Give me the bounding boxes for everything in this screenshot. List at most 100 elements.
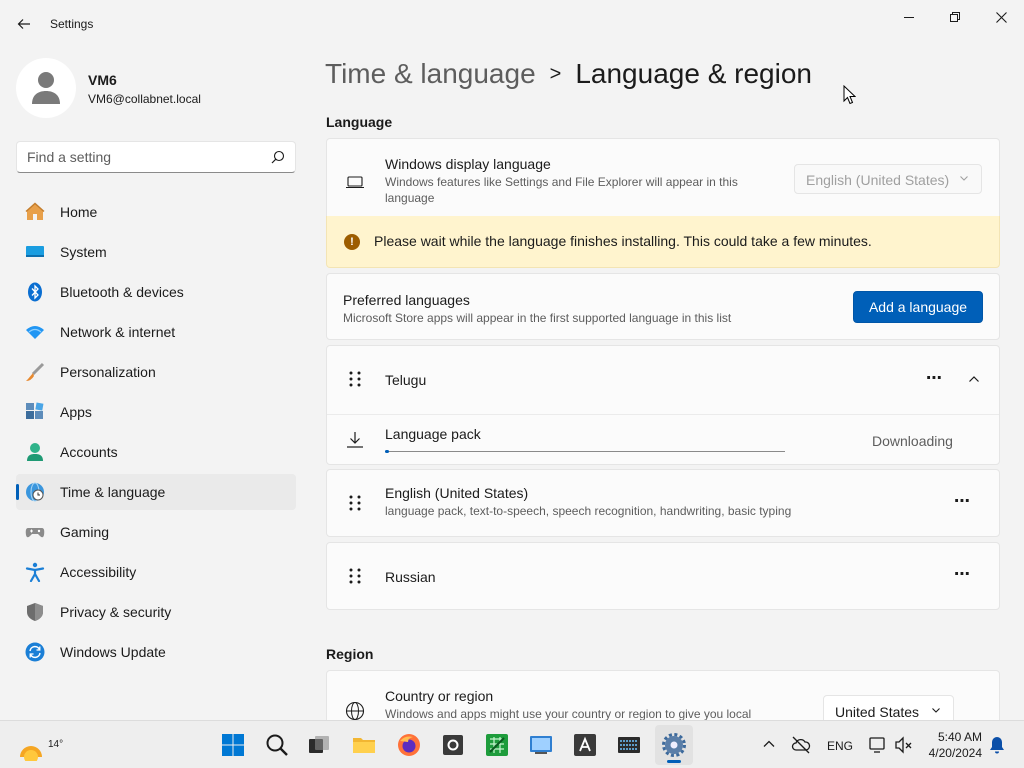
user-profile[interactable]: VM6 VM6@collabnet.local xyxy=(16,58,296,118)
sidebar-item-label: System xyxy=(60,244,107,260)
close-icon xyxy=(995,11,1007,23)
keyboard-app-icon[interactable] xyxy=(617,733,641,757)
warning-icon: ! xyxy=(344,234,360,250)
network-icon[interactable] xyxy=(868,735,888,755)
search-icon[interactable] xyxy=(265,733,289,757)
chevron-up-icon[interactable] xyxy=(762,737,776,751)
chevron-up-icon[interactable] xyxy=(968,373,980,385)
system-icon xyxy=(26,246,44,257)
sidebar-item-gaming[interactable]: Gaming xyxy=(16,514,296,550)
settings-taskbar-button[interactable] xyxy=(655,725,693,765)
sidebar-item-privacy[interactable]: Privacy & security xyxy=(16,594,296,630)
shield-icon xyxy=(27,603,43,621)
sidebar-item-label: Apps xyxy=(60,404,92,420)
app-title: Settings xyxy=(50,17,94,31)
clock[interactable]: 5:40 AM 4/20/2024 xyxy=(922,729,982,761)
display-language-dropdown[interactable]: English (United States) xyxy=(794,164,982,194)
avatar xyxy=(16,58,76,118)
add-language-button[interactable]: Add a language xyxy=(853,291,983,323)
more-options-button[interactable]: ⋯ xyxy=(926,368,943,388)
language-pack-title: Language pack xyxy=(385,426,481,442)
sidebar-item-home[interactable]: Home xyxy=(16,194,296,230)
minimize-button[interactable] xyxy=(893,6,925,28)
breadcrumb-parent[interactable]: Time & language xyxy=(325,58,536,89)
input-language-indicator[interactable]: ENG xyxy=(827,739,853,753)
remote-desktop-icon[interactable] xyxy=(529,733,553,757)
weather-sun-icon xyxy=(20,746,42,761)
brush-icon xyxy=(26,362,45,381)
country-region-value: United States xyxy=(835,704,920,720)
sidebar-item-label: Personalization xyxy=(60,364,156,380)
page-title: Language & region xyxy=(575,58,812,89)
firefox-icon[interactable] xyxy=(397,733,421,757)
language-name: Telugu xyxy=(385,372,427,388)
breadcrumb-separator: > xyxy=(549,63,562,85)
sidebar-item-system[interactable]: System xyxy=(16,234,296,270)
accounts-icon xyxy=(27,443,43,461)
section-title-language: Language xyxy=(326,114,393,130)
more-options-button[interactable]: ⋯ xyxy=(954,564,971,584)
preferred-languages-description: Microsoft Store apps will appear in the … xyxy=(343,311,732,325)
sidebar-item-windows-update[interactable]: Windows Update xyxy=(16,634,296,670)
warning-text: Please wait while the language finishes … xyxy=(374,233,872,249)
globe-icon xyxy=(345,701,365,721)
globe-clock-icon xyxy=(26,482,44,502)
settings-gear-icon xyxy=(662,733,686,757)
display-language-title: Windows display language xyxy=(385,156,551,172)
restore-icon xyxy=(950,12,960,22)
file-explorer-icon[interactable] xyxy=(352,733,376,757)
section-title-region: Region xyxy=(326,646,374,662)
download-status: Downloading xyxy=(872,433,953,449)
sidebar-item-label: Home xyxy=(60,204,98,220)
task-view-icon[interactable] xyxy=(307,733,331,757)
sidebar-item-personalization[interactable]: Personalization xyxy=(16,354,296,390)
sidebar-item-accounts[interactable]: Accounts xyxy=(16,434,296,470)
country-region-title: Country or region xyxy=(385,688,494,704)
sidebar-item-label: Accounts xyxy=(60,444,118,460)
weather-temperature: 14° xyxy=(48,739,64,750)
sidebar-item-apps[interactable]: Apps xyxy=(16,394,296,430)
gamepad-icon xyxy=(25,528,45,538)
spreadsheet-icon[interactable] xyxy=(485,733,509,757)
sidebar-item-label: Gaming xyxy=(60,524,110,540)
search-input[interactable] xyxy=(27,149,257,165)
language-features: language pack, text-to-speech, speech re… xyxy=(385,504,792,518)
taskbar: 14° ENG 5:40 AM 4/20/2024 xyxy=(0,720,1024,768)
clock-date: 4/20/2024 xyxy=(928,746,982,760)
divider xyxy=(327,414,999,415)
display-language-description: Windows features like Settings and File … xyxy=(385,175,738,205)
wifi-icon xyxy=(26,326,44,339)
sidebar-item-label: Bluetooth & devices xyxy=(60,284,184,300)
active-app-indicator xyxy=(667,760,681,763)
font-app-icon[interactable] xyxy=(573,733,597,757)
notification-bell-icon[interactable] xyxy=(988,736,1006,754)
breadcrumb: Time & language > Language & region xyxy=(325,58,812,90)
sidebar-item-network[interactable]: Network & internet xyxy=(16,314,296,350)
back-button[interactable] xyxy=(12,12,36,36)
sidebar-item-time-language[interactable]: Time & language xyxy=(16,474,296,510)
volume-muted-icon[interactable] xyxy=(893,735,913,755)
display-language-value: English (United States) xyxy=(806,172,950,188)
language-name: English (United States) xyxy=(385,485,529,501)
search-icon[interactable] xyxy=(271,150,285,164)
chevron-down-icon xyxy=(960,176,968,181)
restore-button[interactable] xyxy=(939,6,971,28)
language-name: Russian xyxy=(385,569,436,585)
app-o-icon[interactable] xyxy=(441,733,465,757)
weather-widget[interactable]: 14° xyxy=(16,731,66,761)
drag-handle-icon[interactable] xyxy=(348,371,362,387)
drag-handle-icon[interactable] xyxy=(348,495,362,511)
more-options-button[interactable]: ⋯ xyxy=(954,491,971,511)
download-progress-fill xyxy=(385,450,389,453)
user-icon xyxy=(32,72,60,104)
close-button[interactable] xyxy=(985,6,1017,28)
sidebar-item-bluetooth[interactable]: Bluetooth & devices xyxy=(16,274,296,310)
install-warning-banner: ! Please wait while the language finishe… xyxy=(326,216,1000,268)
back-arrow-icon xyxy=(17,19,30,29)
start-icon[interactable] xyxy=(221,733,245,757)
search-box[interactable] xyxy=(16,141,296,173)
sidebar-item-accessibility[interactable]: Accessibility xyxy=(16,554,296,590)
cloud-offline-icon[interactable] xyxy=(791,735,811,755)
drag-handle-icon[interactable] xyxy=(348,568,362,584)
chevron-down-icon xyxy=(932,708,940,713)
